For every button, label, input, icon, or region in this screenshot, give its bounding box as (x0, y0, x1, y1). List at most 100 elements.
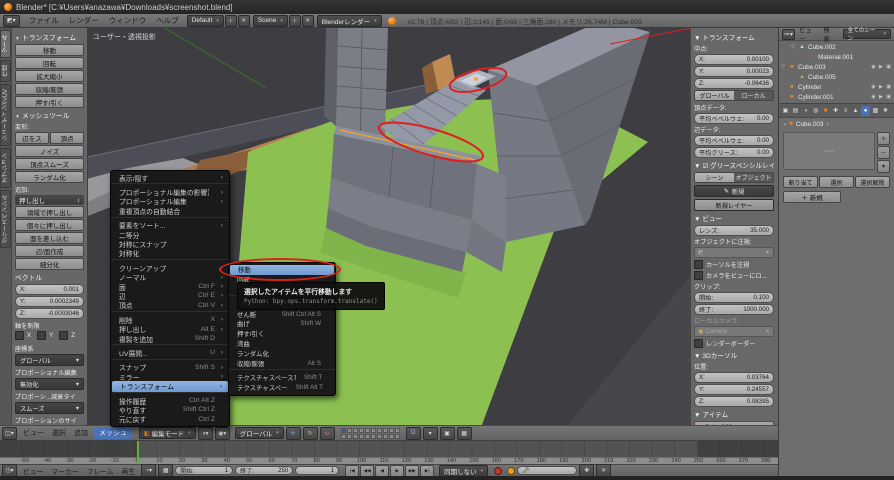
transform-tool-button[interactable]: 拡大縮小 (15, 70, 84, 82)
manipulator-rotate-icon[interactable]: ↻ (303, 427, 318, 440)
edge-value-field[interactable]: 平均クリース:0.00 (694, 147, 774, 158)
infobar-menu-item[interactable]: ファイル (29, 16, 59, 25)
properties-tab[interactable]: ❖ (881, 106, 890, 116)
mesh-menu-item[interactable]: ミラー › (111, 372, 229, 381)
infobar-menu-item[interactable]: ウィンドウ (109, 16, 147, 25)
mesh-menu-item[interactable]: トランスフォーム › (112, 381, 228, 392)
proportional-edit-select[interactable]: 無効化▾ (15, 378, 84, 390)
expand-toggle-icon[interactable]: ▽ (781, 64, 788, 70)
outliner-row[interactable]: ■ Cylinder ◉ ▶ ▣ (781, 82, 892, 92)
transform-tool-button[interactable]: 押す/引く (15, 96, 84, 108)
mesh-menu-item[interactable]: 面 Ctrl F › (111, 282, 229, 291)
datablock-name[interactable]: Cube.005 (808, 74, 836, 81)
outliner-row[interactable]: ● Material.001 (781, 52, 892, 62)
properties-tab[interactable]: ≡ (841, 106, 850, 116)
playback-button[interactable]: |◀ (345, 465, 359, 477)
breadcrumb-object-name[interactable]: Cube.003 (796, 121, 824, 128)
deform-tool-button[interactable]: 頂点 (50, 132, 84, 144)
viewport-editor-type-button[interactable]: ◫▾ (2, 427, 17, 440)
axis-checkbox[interactable]: Y (37, 331, 53, 340)
assign-button[interactable]: 割り当て (783, 176, 818, 188)
infobar-menu-item[interactable]: ヘルプ (156, 16, 179, 25)
vertex-value-field[interactable]: 平均ベベルウェ:0.00 (694, 113, 774, 124)
properties-tab[interactable]: ▲ (851, 106, 860, 116)
assign-button[interactable]: 選択 (819, 176, 854, 188)
layer-grid[interactable] (341, 428, 400, 439)
render-opengl-icon[interactable]: ▣ (440, 427, 455, 440)
mesh-menu-item[interactable]: プロポーショナル編集 › (111, 197, 229, 206)
tool-shelf-tab[interactable]: グリースペンシル (0, 190, 11, 248)
cursor-value-field[interactable]: X:0.03764 (694, 372, 774, 383)
start-frame-field[interactable]: 開始:1 (175, 466, 233, 475)
lock-camera-checkbox[interactable]: カメラをビューにロ... (694, 271, 774, 280)
editor-type-button[interactable]: ◩▾ (3, 15, 20, 27)
mesh-menu-item[interactable]: クリーンアップ › (111, 263, 229, 272)
outliner-filter-select[interactable]: 全てのシーン▾ (843, 29, 891, 39)
vector-value-field[interactable]: X:0.001 (15, 284, 84, 295)
transform-panel-title[interactable]: ▼トランスフォーム (15, 32, 84, 42)
clip-value-field[interactable]: 開始:0.100 (694, 292, 774, 303)
transform-tool-button[interactable]: 回転 (15, 57, 84, 69)
deform-tool-button[interactable]: 辺をス (15, 132, 49, 144)
properties-tab[interactable]: ✚ (831, 106, 840, 116)
transform-submenu-item[interactable]: 収縮/膨張 Alt S (229, 358, 335, 370)
mesh-tools-panel-title[interactable]: ▼メッシュツール (15, 110, 84, 120)
mesh-menu-item[interactable]: 押し出し Alt E › (111, 324, 229, 333)
edge-value-field[interactable]: 平均ベベルウェ:0.00 (694, 135, 774, 146)
timeline[interactable]: -50-40-30-20-100102030405060708090100110… (0, 441, 778, 464)
cursor-value-field[interactable]: Z:0.08395 (694, 396, 774, 407)
add-slot-button[interactable]: ＋ (877, 132, 890, 145)
transform-tool-button[interactable]: 収縮/膨張 (15, 83, 84, 95)
visibility-icons[interactable]: ◉ ▶ ▣ (871, 94, 892, 100)
outliner-row[interactable]: ▽ ■ Cube.003 ◉ ▶ ▣ (781, 62, 892, 72)
add-tool-button[interactable]: 領域で押し出し (15, 206, 84, 218)
viewport-menu-item[interactable]: ビュー (23, 428, 44, 438)
gp-scene-object-toggle[interactable]: シーン オブジェクト (694, 172, 774, 183)
mesh-menu-item[interactable]: 重複頂点の自動結合 (111, 206, 229, 217)
npanel-item-header[interactable]: ▼ アイテム (694, 409, 774, 419)
properties-tab[interactable]: ■ (821, 106, 830, 116)
close-layout-button[interactable]: ✕ (238, 15, 250, 27)
mesh-menu-item[interactable]: 辺 Ctrl E › (111, 291, 229, 300)
outliner-menu-item[interactable]: ビュー (799, 25, 817, 43)
visibility-icons[interactable]: ◉ ▶ ▣ (871, 64, 892, 70)
properties-tab[interactable]: ● (861, 106, 870, 116)
mesh-menu-item[interactable]: 表示/隠す › (111, 173, 229, 184)
global-local-toggle[interactable]: グローバル ローカル (694, 90, 774, 101)
render-engine-select[interactable]: Blenderレンダー▾ (317, 15, 382, 27)
outliner-row[interactable]: ■ Cylinder.001 ◉ ▶ ▣ (781, 92, 892, 102)
timeline-ruler[interactable]: -50-40-30-20-100102030405060708090100110… (0, 457, 778, 464)
mesh-menu-item[interactable]: 対称化 (111, 249, 229, 260)
cursor-value-field[interactable]: Y:0.24557 (694, 384, 774, 395)
mesh-menu-item[interactable]: やり直す Shift Ctrl Z (111, 405, 229, 414)
add-layout-button[interactable]: ＋ (225, 15, 237, 27)
npanel-transform-header[interactable]: ▼ トランスフォーム (694, 32, 774, 42)
transform-tool-button[interactable]: 移動 (15, 44, 84, 56)
mesh-menu-item[interactable]: 複製を追加 Shift D (111, 334, 229, 345)
remove-slot-button[interactable]: － (877, 146, 890, 159)
add-tool-button[interactable]: 個々に押し出し (15, 219, 84, 231)
gp-new-button[interactable]: ✎ 新規 (694, 185, 774, 197)
current-frame-field[interactable]: 1 (295, 466, 339, 475)
lock-object-field[interactable]: ◩✦ (694, 247, 774, 258)
snap-element-button[interactable]: ▾ (423, 427, 438, 440)
playback-button[interactable]: ◀ (375, 465, 389, 477)
new-material-button[interactable]: ＋ 新規 (783, 191, 841, 203)
extrude-button[interactable]: 押し出し↕ (15, 195, 84, 205)
mesh-menu-item[interactable]: 対称にスナップ (111, 239, 229, 248)
median-value-field[interactable]: Z:-0.06436 (694, 78, 774, 89)
mesh-menu-item[interactable]: UV展開... U › (111, 348, 229, 359)
outliner-menu-item[interactable]: 検索 (823, 25, 835, 43)
median-value-field[interactable]: X:0.00100 (694, 54, 774, 65)
transform-submenu-item[interactable]: 曲げ Shift W (229, 319, 335, 329)
transform-submenu-item[interactable]: 移動 (230, 265, 334, 275)
local-camera-field[interactable]: ▣ Camera✕ (694, 326, 774, 337)
record-button[interactable] (494, 467, 502, 475)
tool-shelf-tab[interactable]: オプション (0, 148, 11, 188)
gp-new-layer-button[interactable]: 新規レイヤー (694, 199, 774, 211)
playback-button[interactable]: ▶ (390, 465, 404, 477)
lens-field[interactable]: レンズ:35.000 (694, 225, 774, 236)
slot-specials-button[interactable]: ▾ (877, 160, 890, 173)
active-item-field[interactable]: ■Cube.003 (694, 421, 774, 425)
pivot-center-button[interactable]: ◉▾ (215, 427, 230, 440)
